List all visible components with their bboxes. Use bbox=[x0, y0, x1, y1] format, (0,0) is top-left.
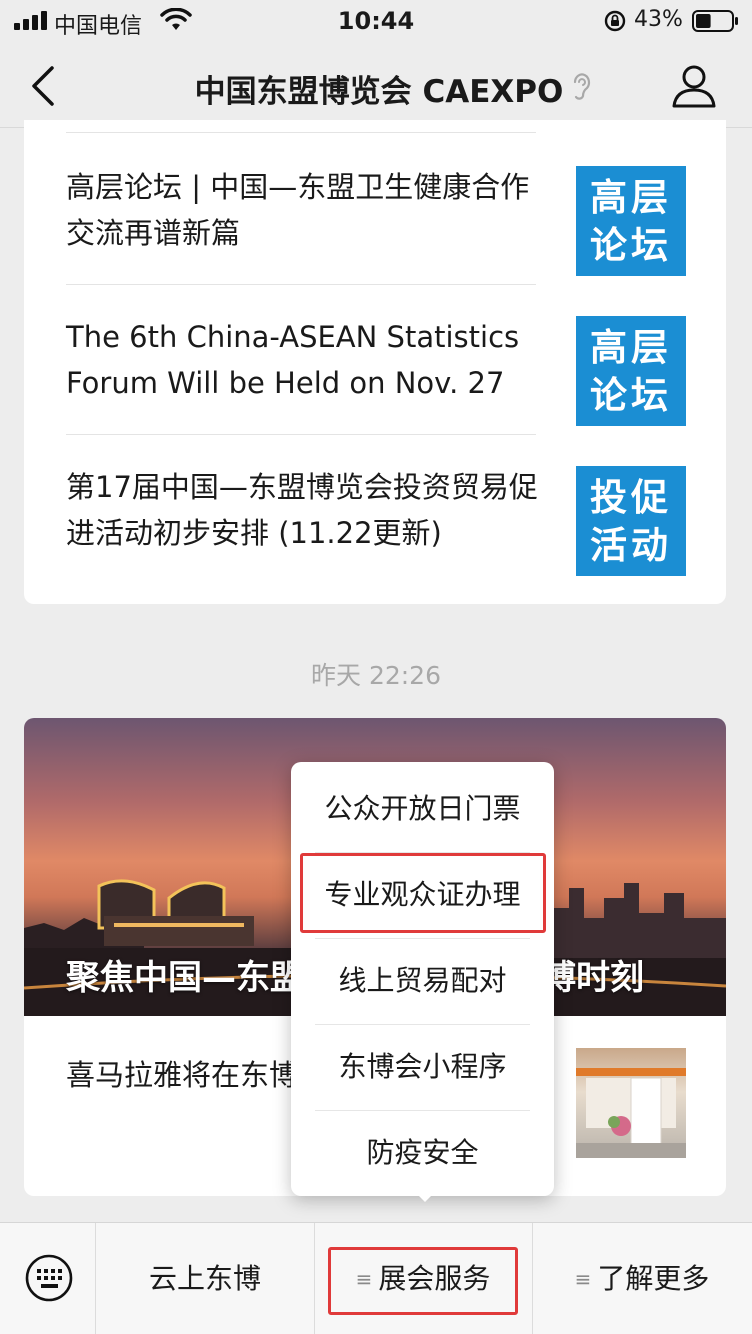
exhibition-booth-image bbox=[576, 1068, 686, 1158]
article-item[interactable]: The 6th China-ASEAN Statistics Forum Wil… bbox=[24, 284, 726, 434]
popup-item-trade-matching[interactable]: 线上贸易配对 bbox=[291, 938, 554, 1024]
nav-bar: 中国东盟博览会 CAEXPO bbox=[0, 42, 752, 128]
article-title: 第17届中国—东盟博览会投资贸易促进活动初步安排 (11.22更新) bbox=[66, 470, 538, 550]
article-thumbnail: 高层 论坛 bbox=[576, 316, 686, 426]
rotation-lock-icon bbox=[604, 10, 626, 32]
article-item[interactable]: 第17届中国—东盟博览会投资贸易促进活动初步安排 (11.22更新) 投促 活动 bbox=[24, 434, 726, 584]
highlight-box bbox=[328, 1247, 518, 1315]
profile-button[interactable] bbox=[670, 62, 718, 110]
divider bbox=[66, 132, 536, 133]
keyboard-icon bbox=[25, 1254, 73, 1302]
keyboard-toggle-button[interactable] bbox=[0, 1223, 96, 1334]
thumbnail-text: 论坛 bbox=[590, 223, 672, 267]
article-list-card: 高层论坛 | 中国—东盟卫生健康合作交流再谱新篇 高层 论坛 The 6th C… bbox=[24, 120, 726, 604]
popup-item-public-tickets[interactable]: 公众开放日门票 bbox=[291, 766, 554, 852]
thumbnail-text: 投促 bbox=[590, 475, 672, 519]
menu-item-cloud-expo[interactable]: 云上东博 bbox=[96, 1223, 314, 1334]
popup-pointer bbox=[413, 1190, 437, 1202]
message-timestamp: 昨天 22:26 bbox=[311, 661, 441, 690]
article-thumbnail: 高层 论坛 bbox=[576, 166, 686, 276]
bottom-menu-bar: 云上东博 ≡ 展会服务 ≡ 了解更多 bbox=[0, 1222, 752, 1334]
article-title: The 6th China-ASEAN Statistics Forum Wil… bbox=[66, 320, 520, 400]
thumbnail-text: 高层 bbox=[590, 325, 672, 369]
sub-article-thumbnail[interactable] bbox=[576, 1048, 686, 1158]
article-title: 高层论坛 | 中国—东盟卫生健康合作交流再谱新篇 bbox=[66, 170, 530, 250]
thumbnail-text: 高层 bbox=[590, 175, 672, 219]
status-bar: 中国电信 10:44 43% bbox=[0, 0, 752, 42]
highlight-box bbox=[300, 853, 546, 933]
article-thumbnail: 投促 活动 bbox=[576, 466, 686, 576]
page-title: 中国东盟博览会 CAEXPO bbox=[194, 74, 564, 110]
menu-list-icon: ≡ bbox=[574, 1267, 592, 1291]
ear-icon bbox=[573, 73, 591, 100]
menu-item-learn-more[interactable]: ≡ 了解更多 bbox=[532, 1223, 752, 1334]
menu-item-label: 云上东博 bbox=[148, 1262, 261, 1295]
article-item[interactable]: 高层论坛 | 中国—东盟卫生健康合作交流再谱新篇 高层 论坛 bbox=[24, 134, 726, 284]
battery-icon bbox=[692, 10, 738, 32]
menu-item-label: 了解更多 bbox=[597, 1262, 710, 1295]
thumbnail-text: 论坛 bbox=[590, 373, 672, 417]
thumbnail-text: 活动 bbox=[590, 523, 672, 567]
service-popup-menu: 公众开放日门票 专业观众证办理 线上贸易配对 东博会小程序 防疫安全 bbox=[291, 762, 554, 1196]
popup-item-mini-program[interactable]: 东博会小程序 bbox=[291, 1024, 554, 1110]
battery-percent: 43% bbox=[634, 7, 683, 32]
popup-item-epidemic-safety[interactable]: 防疫安全 bbox=[291, 1110, 554, 1196]
